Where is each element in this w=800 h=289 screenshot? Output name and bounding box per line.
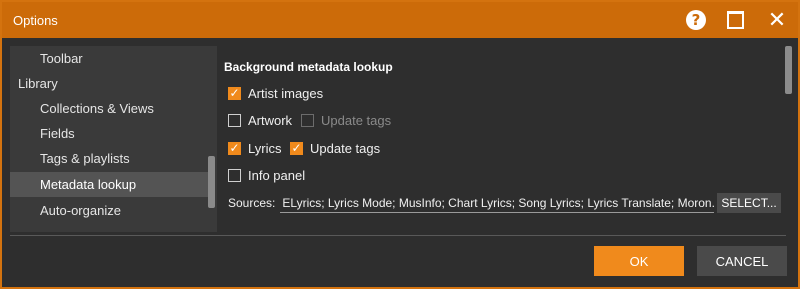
- lyrics-checkbox[interactable]: ✓: [228, 141, 241, 155]
- metadata-lookup-panel: Background metadata lookup ✓ Artist imag…: [224, 46, 784, 232]
- select-sources-button[interactable]: SELECT...: [717, 193, 781, 213]
- artwork-update-tags-option: Update tags: [301, 111, 391, 129]
- ok-button[interactable]: OK: [594, 246, 684, 276]
- artwork-label: Artwork: [248, 112, 293, 128]
- window-title: Options: [13, 13, 58, 28]
- maximize-icon[interactable]: [722, 7, 748, 33]
- sources-row: Sources: ELyrics; Lyrics Mode; MusInfo; …: [228, 193, 781, 213]
- nav-item-tags-playlists[interactable]: Tags & playlists: [10, 146, 208, 171]
- nav-item-fields[interactable]: Fields: [10, 121, 208, 146]
- options-nav-tree: Toolbar Library Collections & Views Fiel…: [10, 46, 217, 232]
- section-title: Background metadata lookup: [224, 60, 393, 74]
- info-panel-label: Info panel: [248, 167, 306, 183]
- options-dialog: Options ? ✕ Toolbar Library Collections …: [0, 0, 800, 289]
- info-panel-checkbox[interactable]: [228, 168, 241, 182]
- nav-item-auto-organize[interactable]: Auto-organize: [10, 198, 208, 223]
- nav-item-toolbar[interactable]: Toolbar: [10, 46, 208, 71]
- nav-scrollbar-thumb[interactable]: [208, 156, 215, 208]
- lyrics-label: Lyrics: [248, 140, 282, 156]
- artwork-option[interactable]: Artwork: [228, 111, 292, 129]
- lyrics-update-tags-option[interactable]: ✓ Update tags: [290, 139, 380, 157]
- content-scrollbar-thumb[interactable]: [785, 46, 792, 94]
- lyrics-update-tags-label: Update tags: [310, 140, 381, 156]
- info-panel-option[interactable]: Info panel: [228, 166, 305, 184]
- lyrics-option[interactable]: ✓ Lyrics: [228, 139, 281, 157]
- close-icon[interactable]: ✕: [764, 7, 790, 33]
- footer-divider: [10, 235, 786, 236]
- artwork-checkbox[interactable]: [228, 113, 241, 127]
- sources-field[interactable]: ELyrics; Lyrics Mode; MusInfo; Chart Lyr…: [280, 193, 715, 213]
- title-bar[interactable]: Options ? ✕: [2, 2, 798, 38]
- artist-images-checkbox[interactable]: ✓: [228, 86, 241, 100]
- cancel-button[interactable]: CANCEL: [697, 246, 787, 276]
- nav-item-collections-views[interactable]: Collections & Views: [10, 96, 208, 121]
- artist-images-option[interactable]: ✓ Artist images: [228, 84, 323, 102]
- artwork-update-tags-label: Update tags: [321, 112, 392, 128]
- artwork-update-tags-checkbox: [301, 113, 314, 127]
- artist-images-label: Artist images: [248, 85, 324, 101]
- sources-label: Sources:: [228, 196, 276, 210]
- help-icon[interactable]: ?: [683, 7, 709, 33]
- lyrics-update-tags-checkbox[interactable]: ✓: [290, 141, 303, 155]
- nav-item-library[interactable]: Library: [10, 71, 208, 96]
- nav-item-metadata-lookup[interactable]: Metadata lookup: [10, 172, 208, 197]
